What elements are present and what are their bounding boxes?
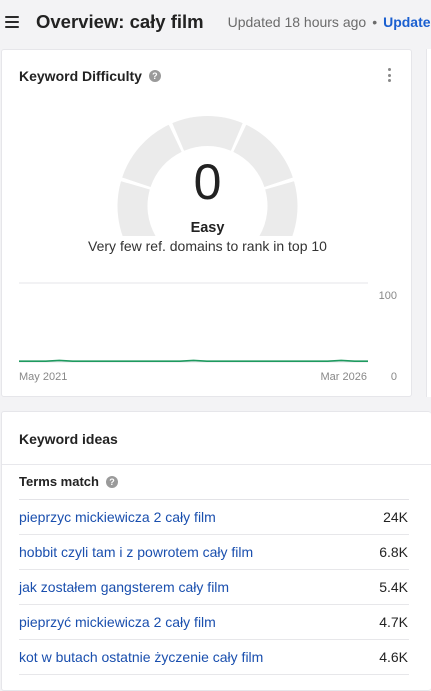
- divider: [2, 464, 431, 465]
- terms-match-title: Terms match: [19, 474, 99, 489]
- keyword-volume: 5.4K: [379, 579, 408, 595]
- list-item: jak zostałem gangsterem cały film 5.4K: [19, 570, 409, 605]
- update-link[interactable]: Update: [383, 14, 430, 30]
- terms-match-header: Terms match ?: [19, 474, 118, 489]
- keyword-link[interactable]: pieprzyć mickiewicza 2 cały film: [19, 614, 216, 630]
- kd-label: Easy: [190, 220, 225, 236]
- y-tick-max: 100: [379, 290, 397, 302]
- kd-description: Very few ref. domains to rank in top 10: [88, 238, 327, 254]
- list-item: kot w butach ostatnie życzenie cały film…: [19, 640, 409, 675]
- separator-dot: •: [372, 14, 378, 30]
- page-title: Overview: cały film: [36, 11, 204, 32]
- ideas-title: Keyword ideas: [19, 431, 118, 447]
- gauge-segment: [172, 116, 243, 151]
- list-item: pieprzyć mickiewicza 2 cały film 4.7K: [19, 605, 409, 640]
- adjacent-card-edge: [426, 49, 431, 397]
- top-bar: Overview: cały film Updated 18 hours ago…: [0, 0, 431, 44]
- keyword-link[interactable]: hobbit czyli tam i z powrotem cały film: [19, 544, 253, 560]
- keyword-link[interactable]: pieprzyc mickiewicza 2 cały film: [19, 509, 216, 525]
- trend-line: [19, 359, 368, 362]
- menu-icon[interactable]: [5, 16, 19, 28]
- keyword-volume: 24K: [383, 509, 408, 525]
- keyword-ideas-card: Keyword ideas Terms match ? pieprzyc mic…: [1, 411, 431, 691]
- keyword-link[interactable]: jak zostałem gangsterem cały film: [19, 579, 229, 595]
- keyword-volume: 6.8K: [379, 544, 408, 560]
- list-item: hobbit czyli tam i z powrotem cały film 6…: [19, 535, 409, 570]
- more-options-icon[interactable]: [386, 68, 392, 84]
- updated-status: Updated 18 hours ago: [227, 14, 367, 30]
- keyword-link[interactable]: kot w butach ostatnie życzenie cały film: [19, 649, 263, 665]
- help-icon[interactable]: ?: [148, 70, 161, 82]
- trend-chart: May 2021 Mar 2026 100 0: [19, 282, 397, 383]
- x-tick-start: May 2021: [19, 371, 67, 383]
- kd-title: Keyword Difficulty: [19, 68, 142, 84]
- list-item: pieprzyc mickiewicza 2 cały film 24K: [19, 500, 409, 535]
- kd-value: 0: [193, 154, 222, 210]
- x-tick-end: Mar 2026: [321, 371, 367, 383]
- keyword-volume: 4.6K: [379, 649, 408, 665]
- keyword-difficulty-card: Keyword Difficulty ? 0 Easy Very few ref…: [1, 49, 412, 397]
- help-icon[interactable]: ?: [105, 475, 118, 488]
- y-tick-min: 0: [391, 371, 397, 383]
- kd-header: Keyword Difficulty ?: [19, 68, 161, 84]
- keyword-list: pieprzyc mickiewicza 2 cały film 24K hobbi…: [19, 500, 409, 675]
- keyword-volume: 4.7K: [379, 614, 408, 630]
